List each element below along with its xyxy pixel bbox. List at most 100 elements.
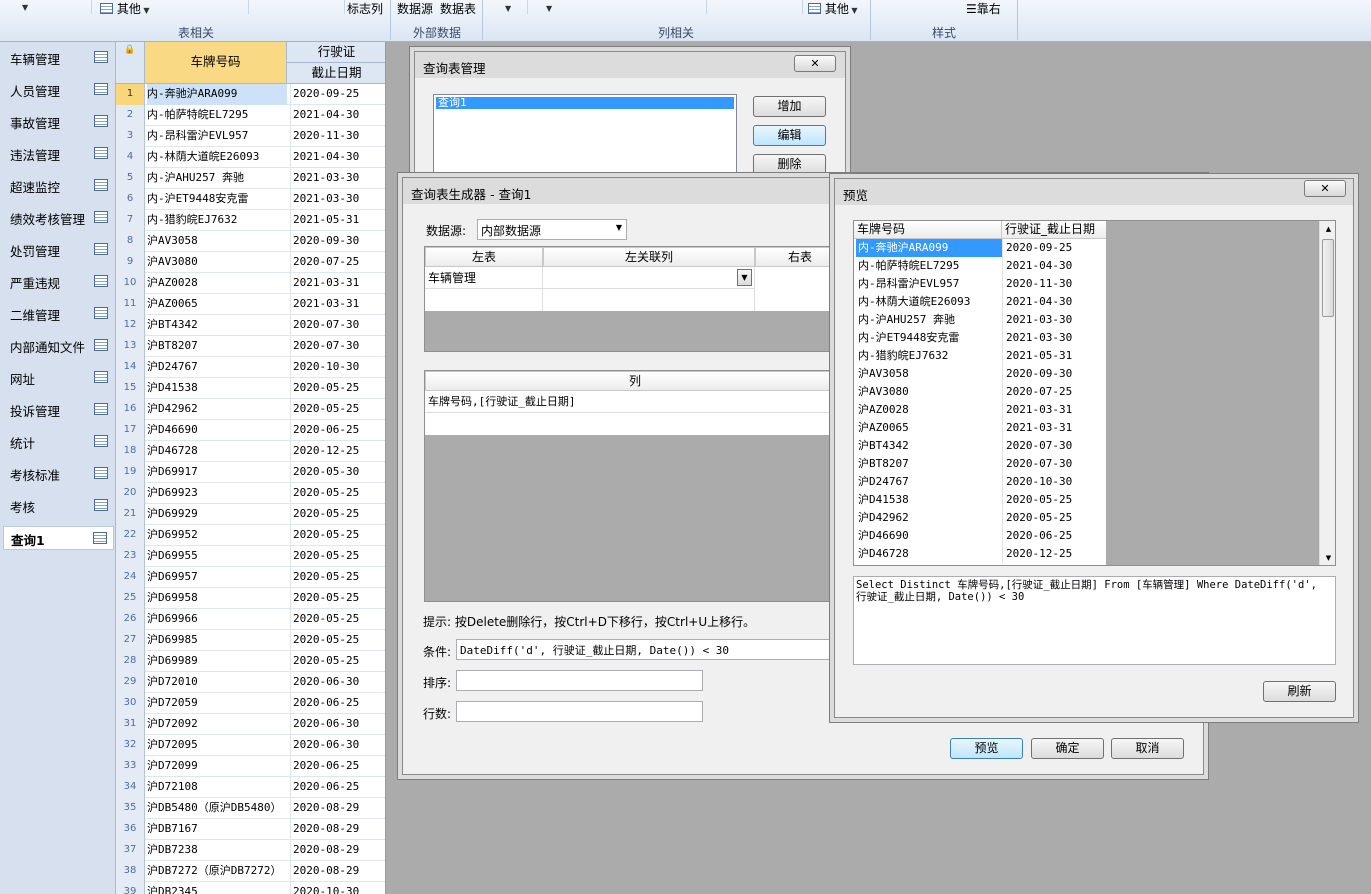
table-row[interactable]: 33 沪D72099 2020-06-25 (116, 756, 385, 777)
preview-plate-cell[interactable]: 沪D46690 (856, 527, 1002, 545)
preview-expiry-cell[interactable]: 2020-07-30 (1002, 455, 1106, 473)
preview-row[interactable]: 沪BT8207 2020-07-30 (854, 455, 1106, 473)
row-number[interactable]: 38 (116, 861, 145, 882)
preview-row[interactable]: 沪D42962 2020-05-25 (854, 509, 1106, 527)
row-number[interactable]: 7 (116, 210, 145, 231)
row-number[interactable]: 11 (116, 294, 145, 315)
table-row[interactable]: 12 沪BT4342 2020-07-30 (116, 315, 385, 336)
plate-cell[interactable]: 内-沪ET9448安克雷 (147, 189, 287, 210)
plate-cell[interactable]: 沪D42962 (147, 399, 287, 420)
preview-plate-cell[interactable]: 内-沪ET9448安克雷 (856, 329, 1002, 347)
expiry-cell[interactable]: 2020-07-25 (290, 252, 385, 273)
preview-expiry-cell[interactable]: 2021-03-31 (1002, 401, 1106, 419)
plate-cell[interactable]: 沪DB7272（原沪DB7272） (147, 861, 287, 882)
table-row[interactable]: 23 沪D69955 2020-05-25 (116, 546, 385, 567)
expiry-cell[interactable]: 2020-06-25 (290, 420, 385, 441)
expiry-cell[interactable]: 2020-05-25 (290, 588, 385, 609)
expiry-cell[interactable]: 2021-04-30 (290, 105, 385, 126)
ribbon-other-button[interactable]: 其他 ▼ (100, 0, 150, 17)
table-row[interactable]: 1 内-奔驰沪ARA099 2020-09-25 (116, 84, 385, 105)
row-number[interactable]: 29 (116, 672, 145, 693)
left-table-cell[interactable]: 车辆管理 (425, 267, 543, 289)
preview-plate-cell[interactable]: 沪BT4342 (856, 437, 1002, 455)
preview-plate-cell[interactable]: 沪D41538 (856, 491, 1002, 509)
preview-row[interactable]: 内-猎豹皖EJ7632 2021-05-31 (854, 347, 1106, 365)
scroll-down-icon[interactable]: ▼ (1320, 550, 1335, 565)
expiry-cell[interactable]: 2020-05-30 (290, 462, 385, 483)
preview-header-plate[interactable]: 车牌号码 (854, 221, 1002, 239)
plate-cell[interactable]: 沪D69929 (147, 504, 287, 525)
plate-cell[interactable]: 沪D46690 (147, 420, 287, 441)
table-row[interactable]: 17 沪D46690 2020-06-25 (116, 420, 385, 441)
plate-cell[interactable]: 沪D41538 (147, 378, 287, 399)
table-row[interactable]: 3 内-昂科雷沪EVL957 2020-11-30 (116, 126, 385, 147)
preview-expiry-cell[interactable]: 2020-05-25 (1002, 509, 1106, 527)
table-row[interactable]: 15 沪D41538 2020-05-25 (116, 378, 385, 399)
expiry-cell[interactable]: 2021-03-30 (290, 168, 385, 189)
table-row[interactable]: 25 沪D69958 2020-05-25 (116, 588, 385, 609)
sort-input[interactable] (456, 670, 703, 691)
preview-row[interactable]: 沪AZ0065 2021-03-31 (854, 419, 1106, 437)
row-number[interactable]: 21 (116, 504, 145, 525)
preview-plate-cell[interactable]: 沪AV3080 (856, 383, 1002, 401)
plate-cell[interactable]: 内-猎豹皖EJ7632 (147, 210, 287, 231)
expiry-cell[interactable]: 2020-05-25 (290, 651, 385, 672)
preview-expiry-cell[interactable]: 2020-07-30 (1002, 437, 1106, 455)
preview-grid[interactable]: 车牌号码 行驶证_截止日期 内-奔驰沪ARA099 2020-09-25 内-帕萨特… (853, 220, 1336, 566)
table-row[interactable]: 21 沪D69929 2020-05-25 (116, 504, 385, 525)
condition-input[interactable]: DateDiff('d', 行驶证_截止日期, Date()) < 30 (456, 639, 844, 660)
row-number[interactable]: 22 (116, 525, 145, 546)
expiry-cell[interactable]: 2021-03-31 (290, 273, 385, 294)
sidebar-item[interactable]: 考核 (3, 494, 114, 518)
table-row[interactable]: 20 沪D69923 2020-05-25 (116, 483, 385, 504)
expiry-cell[interactable]: 2020-07-30 (290, 336, 385, 357)
plate-cell[interactable]: 沪D69966 (147, 609, 287, 630)
expiry-cell[interactable]: 2020-09-30 (290, 231, 385, 252)
refresh-button[interactable]: 刷新 (1263, 681, 1336, 702)
expiry-cell[interactable]: 2020-10-30 (290, 882, 385, 894)
table-row[interactable]: 6 内-沪ET9448安克雷 2021-03-30 (116, 189, 385, 210)
expiry-cell[interactable]: 2020-06-25 (290, 693, 385, 714)
preview-row[interactable]: 内-昂科雷沪EVL957 2020-11-30 (854, 275, 1106, 293)
row-number[interactable]: 14 (116, 357, 145, 378)
delete-button[interactable]: 删除 (753, 154, 826, 175)
table-row[interactable]: 9 沪AV3080 2020-07-25 (116, 252, 385, 273)
expiry-cell[interactable]: 2020-10-30 (290, 357, 385, 378)
chevron-down-icon[interactable]: ▼ (737, 269, 752, 286)
expiry-cell[interactable]: 2020-05-25 (290, 399, 385, 420)
column-header-license[interactable]: 行驶证 (287, 42, 385, 63)
table-row[interactable]: 11 沪AZ0065 2021-03-31 (116, 294, 385, 315)
expiry-cell[interactable]: 2020-05-25 (290, 378, 385, 399)
left-join-cell[interactable]: ▼ (543, 267, 755, 289)
table-row[interactable]: 14 沪D24767 2020-10-30 (116, 357, 385, 378)
dropdown-caret-icon[interactable]: ▼ (22, 3, 28, 12)
expiry-cell[interactable]: 2020-05-25 (290, 546, 385, 567)
preview-row[interactable]: 内-沪AHU257 奔驰 2021-03-30 (854, 311, 1106, 329)
empty-cell[interactable] (543, 289, 755, 311)
table-row[interactable]: 24 沪D69957 2020-05-25 (116, 567, 385, 588)
table-row[interactable]: 32 沪D72095 2020-06-30 (116, 735, 385, 756)
expiry-cell[interactable]: 2020-08-29 (290, 798, 385, 819)
expiry-cell[interactable]: 2020-08-29 (290, 819, 385, 840)
rows-input[interactable] (456, 701, 703, 722)
row-number[interactable]: 27 (116, 630, 145, 651)
preview-plate-cell[interactable]: 沪AV3058 (856, 365, 1002, 383)
sidebar-item[interactable]: 考核标准 (3, 462, 114, 486)
row-number[interactable]: 12 (116, 315, 145, 336)
row-number[interactable]: 20 (116, 483, 145, 504)
sidebar-item[interactable]: 超速监控 (3, 174, 114, 198)
plate-cell[interactable]: 沪DB2345 (147, 882, 287, 894)
expiry-cell[interactable]: 2020-06-30 (290, 714, 385, 735)
plate-cell[interactable]: 内-林荫大道皖E26093 (147, 147, 287, 168)
expiry-cell[interactable]: 2020-05-25 (290, 630, 385, 651)
plate-cell[interactable]: 沪AZ0028 (147, 273, 287, 294)
expiry-cell[interactable]: 2020-06-30 (290, 672, 385, 693)
preview-plate-cell[interactable]: 沪AZ0065 (856, 419, 1002, 437)
preview-plate-cell[interactable]: 沪D42962 (856, 509, 1002, 527)
plate-cell[interactable]: 沪DB7238 (147, 840, 287, 861)
row-number[interactable]: 28 (116, 651, 145, 672)
sidebar-item[interactable]: 投诉管理 (3, 398, 114, 422)
sidebar-item[interactable]: 内部通知文件 (3, 334, 114, 358)
expiry-cell[interactable]: 2021-05-31 (290, 210, 385, 231)
sidebar-item[interactable]: 二维管理 (3, 302, 114, 326)
